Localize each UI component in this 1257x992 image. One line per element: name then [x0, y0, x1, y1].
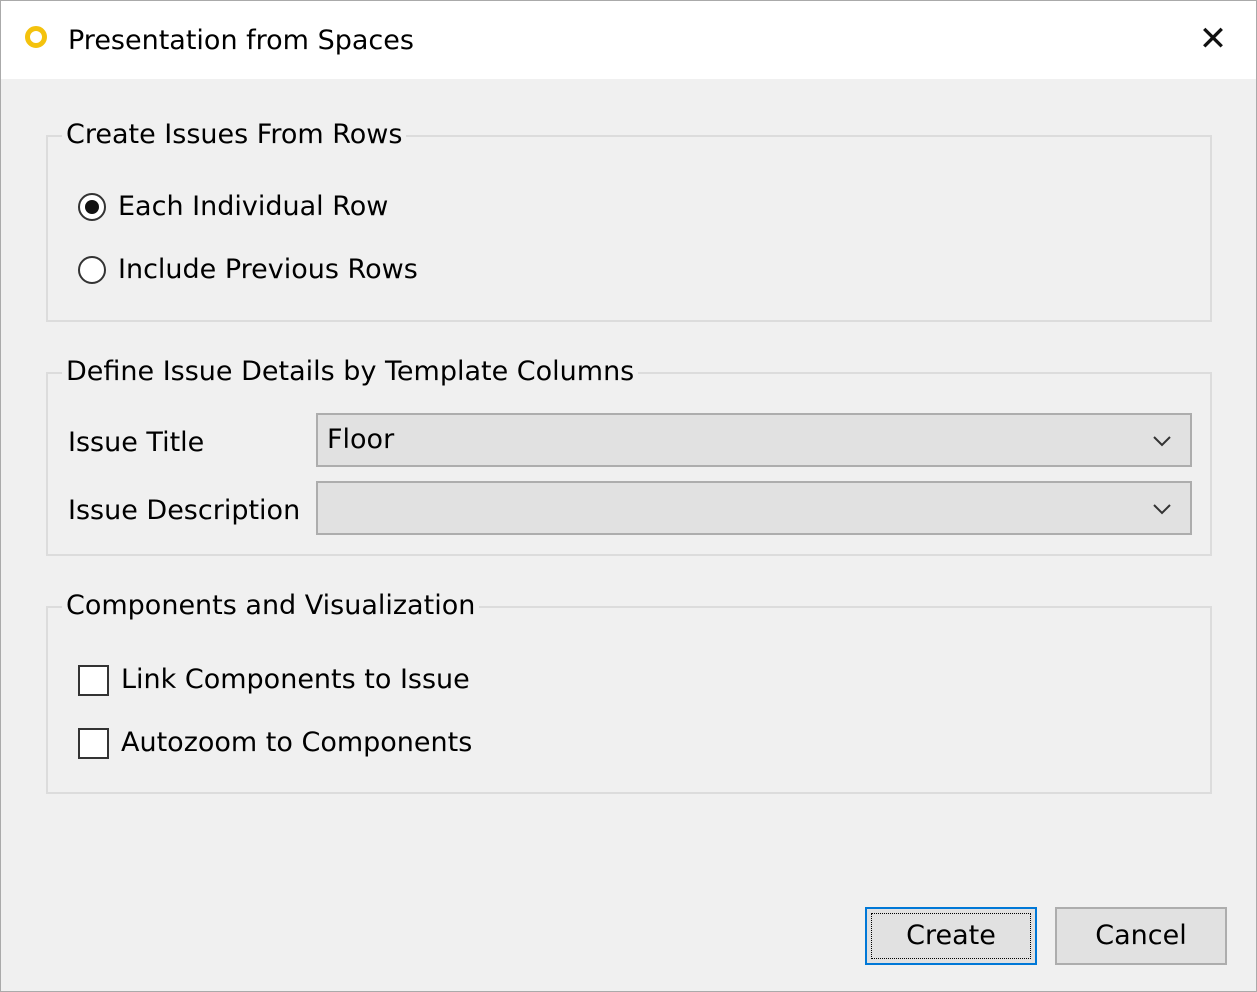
radio-unselected-icon[interactable]: [78, 256, 106, 284]
radio-each-individual-row-label: Each Individual Row: [118, 191, 389, 222]
issue-title-label: Issue Title: [68, 427, 205, 458]
cancel-button[interactable]: Cancel: [1055, 907, 1227, 965]
chevron-down-icon: [1153, 504, 1171, 515]
checkbox-link-components-label: Link Components to Issue: [121, 664, 470, 695]
radio-include-previous-rows[interactable]: Include Previous Rows: [78, 250, 418, 290]
components-group: Components and Visualization Link Compon…: [46, 588, 1212, 794]
close-button[interactable]: ✕: [1191, 19, 1235, 63]
issue-description-label: Issue Description: [68, 495, 301, 526]
checkbox-autozoom-components-label: Autozoom to Components: [121, 727, 473, 758]
app-ring-icon: [25, 26, 47, 48]
checkbox-link-components[interactable]: Link Components to Issue: [78, 660, 470, 700]
radio-include-previous-rows-label: Include Previous Rows: [118, 254, 418, 285]
chevron-down-icon: [1153, 436, 1171, 447]
dialog-window: Presentation from Spaces ✕ Create Issues…: [0, 0, 1257, 992]
checkbox-unchecked-icon[interactable]: [78, 727, 109, 759]
checkbox-unchecked-icon[interactable]: [78, 664, 109, 696]
cancel-button-label: Cancel: [1095, 920, 1187, 951]
radio-selected-icon[interactable]: [78, 193, 106, 221]
issue-details-group-title: Define Issue Details by Template Columns: [62, 354, 639, 390]
create-issues-group-title: Create Issues From Rows: [62, 117, 407, 153]
create-button[interactable]: Create: [865, 907, 1037, 965]
issue-title-value: Floor: [327, 424, 395, 455]
create-issues-group: Create Issues From Rows Each Individual …: [46, 117, 1212, 322]
focus-rectangle: [871, 913, 1031, 959]
title-bar: Presentation from Spaces ✕: [1, 1, 1256, 79]
issue-description-select[interactable]: [316, 481, 1192, 535]
components-group-title: Components and Visualization: [62, 588, 480, 624]
issue-details-group: Define Issue Details by Template Columns…: [46, 354, 1212, 556]
window-title: Presentation from Spaces: [68, 25, 414, 56]
checkbox-autozoom-components[interactable]: Autozoom to Components: [78, 723, 472, 763]
issue-title-select[interactable]: Floor: [316, 413, 1192, 467]
radio-each-individual-row[interactable]: Each Individual Row: [78, 187, 388, 227]
